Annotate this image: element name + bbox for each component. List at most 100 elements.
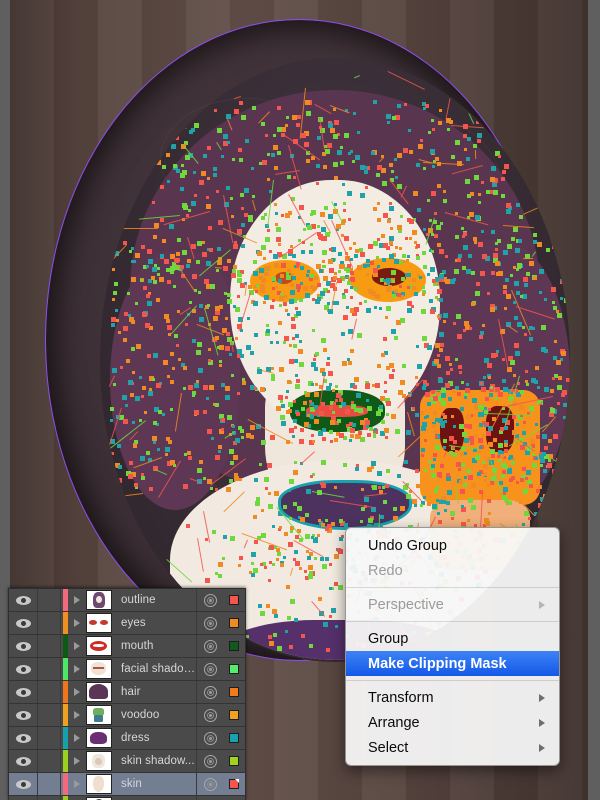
layer-thumbnail	[86, 705, 112, 725]
layer-row[interactable]: skin	[9, 773, 245, 796]
submenu-arrow-icon	[539, 743, 545, 752]
menu-item-label: Group	[368, 630, 409, 647]
layer-disclosure-triangle[interactable]	[68, 681, 86, 703]
menu-item-label: Arrange	[368, 714, 420, 731]
layer-row[interactable]: dress	[9, 727, 245, 750]
layer-name[interactable]: facial shadows	[112, 663, 196, 675]
layer-lock-toggle[interactable]	[38, 727, 61, 749]
layer-target-indicator[interactable]	[196, 704, 223, 726]
submenu-arrow-icon	[539, 600, 545, 609]
layer-lock-toggle[interactable]	[38, 589, 61, 611]
menu-item-label: Undo Group	[368, 537, 447, 554]
layer-row[interactable]: hair	[9, 681, 245, 704]
layer-selection-swatch[interactable]	[223, 773, 245, 795]
layer-name[interactable]: dress	[112, 732, 196, 744]
layer-lock-toggle[interactable]	[38, 750, 61, 772]
layer-row[interactable]: mouth	[9, 635, 245, 658]
layer-row[interactable]: facial shadows	[9, 658, 245, 681]
layers-panel[interactable]: outline eyes mouth facial shadows hair voodoo…	[8, 588, 246, 800]
layer-target-indicator[interactable]	[196, 635, 223, 657]
layer-row[interactable]: eyes	[9, 612, 245, 635]
layer-lock-toggle[interactable]	[38, 773, 61, 795]
layer-selection-swatch[interactable]	[223, 635, 245, 657]
layer-disclosure-triangle[interactable]	[68, 750, 86, 772]
menu-separator	[346, 621, 559, 622]
layer-visibility-toggle[interactable]	[9, 681, 38, 703]
layer-target-indicator[interactable]	[196, 727, 223, 749]
eye-icon	[15, 618, 31, 628]
context-menu[interactable]: Undo Group Redo Perspective Group Make Clipp…	[345, 527, 560, 766]
layer-row[interactable]: voodoo	[9, 704, 245, 727]
layer-selection-swatch[interactable]	[223, 750, 245, 772]
layer-name[interactable]: skin shadow...	[112, 755, 196, 767]
menu-separator	[346, 680, 559, 681]
layer-visibility-toggle[interactable]	[9, 727, 38, 749]
menu-item[interactable]: Transform	[346, 685, 559, 710]
layer-disclosure-triangle[interactable]	[68, 635, 86, 657]
layer-row[interactable]: oval	[9, 796, 245, 800]
layer-selection-swatch[interactable]	[223, 589, 245, 611]
layer-lock-toggle[interactable]	[38, 612, 61, 634]
layer-name[interactable]: outline	[112, 594, 196, 606]
eye-icon	[15, 687, 31, 697]
eye-icon	[15, 756, 31, 766]
layer-lock-toggle[interactable]	[38, 681, 61, 703]
layer-target-indicator[interactable]	[196, 612, 223, 634]
layer-target-indicator[interactable]	[196, 796, 223, 800]
layer-row[interactable]: outline	[9, 589, 245, 612]
eye-icon	[15, 664, 31, 674]
layer-visibility-toggle[interactable]	[9, 773, 38, 795]
layer-visibility-toggle[interactable]	[9, 612, 38, 634]
layer-selection-swatch[interactable]	[223, 681, 245, 703]
layer-name[interactable]: voodoo	[112, 709, 196, 721]
layer-disclosure-triangle[interactable]	[68, 796, 86, 800]
layer-disclosure-triangle[interactable]	[68, 658, 86, 680]
layer-row[interactable]: skin shadow...	[9, 750, 245, 773]
layer-thumbnail	[86, 613, 112, 633]
menu-item[interactable]: Select	[346, 735, 559, 760]
layer-visibility-toggle[interactable]	[9, 635, 38, 657]
layer-selection-swatch[interactable]	[223, 704, 245, 726]
layer-lock-toggle[interactable]	[38, 658, 61, 680]
layer-disclosure-triangle[interactable]	[68, 727, 86, 749]
layer-selection-swatch[interactable]	[223, 612, 245, 634]
layer-target-indicator[interactable]	[196, 658, 223, 680]
layer-lock-toggle[interactable]	[38, 704, 61, 726]
layer-thumbnail	[86, 751, 112, 771]
layer-selection-swatch[interactable]	[223, 727, 245, 749]
layer-visibility-toggle[interactable]	[9, 750, 38, 772]
layer-target-indicator[interactable]	[196, 681, 223, 703]
layer-selection-swatch[interactable]	[223, 796, 245, 800]
eye-icon	[15, 733, 31, 743]
menu-item[interactable]: Group	[346, 626, 559, 651]
menu-item-label: Transform	[368, 689, 434, 706]
layer-visibility-toggle[interactable]	[9, 796, 38, 800]
menu-item[interactable]: Arrange	[346, 710, 559, 735]
menu-item[interactable]: Undo Group	[346, 533, 559, 558]
app-window: outline eyes mouth facial shadows hair voodoo…	[0, 0, 600, 800]
layer-lock-toggle[interactable]	[38, 635, 61, 657]
eye-icon	[15, 595, 31, 605]
layer-disclosure-triangle[interactable]	[68, 704, 86, 726]
menu-separator	[346, 587, 559, 588]
layer-disclosure-triangle[interactable]	[68, 589, 86, 611]
layer-name[interactable]: hair	[112, 686, 196, 698]
layer-name[interactable]: skin	[112, 778, 196, 790]
layer-target-indicator[interactable]	[196, 773, 223, 795]
layer-visibility-toggle[interactable]	[9, 658, 38, 680]
layer-visibility-toggle[interactable]	[9, 589, 38, 611]
layer-selection-swatch[interactable]	[223, 658, 245, 680]
layer-disclosure-triangle[interactable]	[68, 773, 86, 795]
eye-icon	[15, 710, 31, 720]
layer-lock-toggle[interactable]	[38, 796, 61, 800]
submenu-arrow-icon	[539, 693, 545, 702]
layer-name[interactable]: mouth	[112, 640, 196, 652]
layer-target-indicator[interactable]	[196, 750, 223, 772]
menu-item-label: Select	[368, 739, 409, 756]
layer-disclosure-triangle[interactable]	[68, 612, 86, 634]
layer-visibility-toggle[interactable]	[9, 704, 38, 726]
layer-thumbnail	[86, 590, 112, 610]
menu-item[interactable]: Make Clipping Mask	[346, 651, 559, 676]
layer-target-indicator[interactable]	[196, 589, 223, 611]
layer-name[interactable]: eyes	[112, 617, 196, 629]
